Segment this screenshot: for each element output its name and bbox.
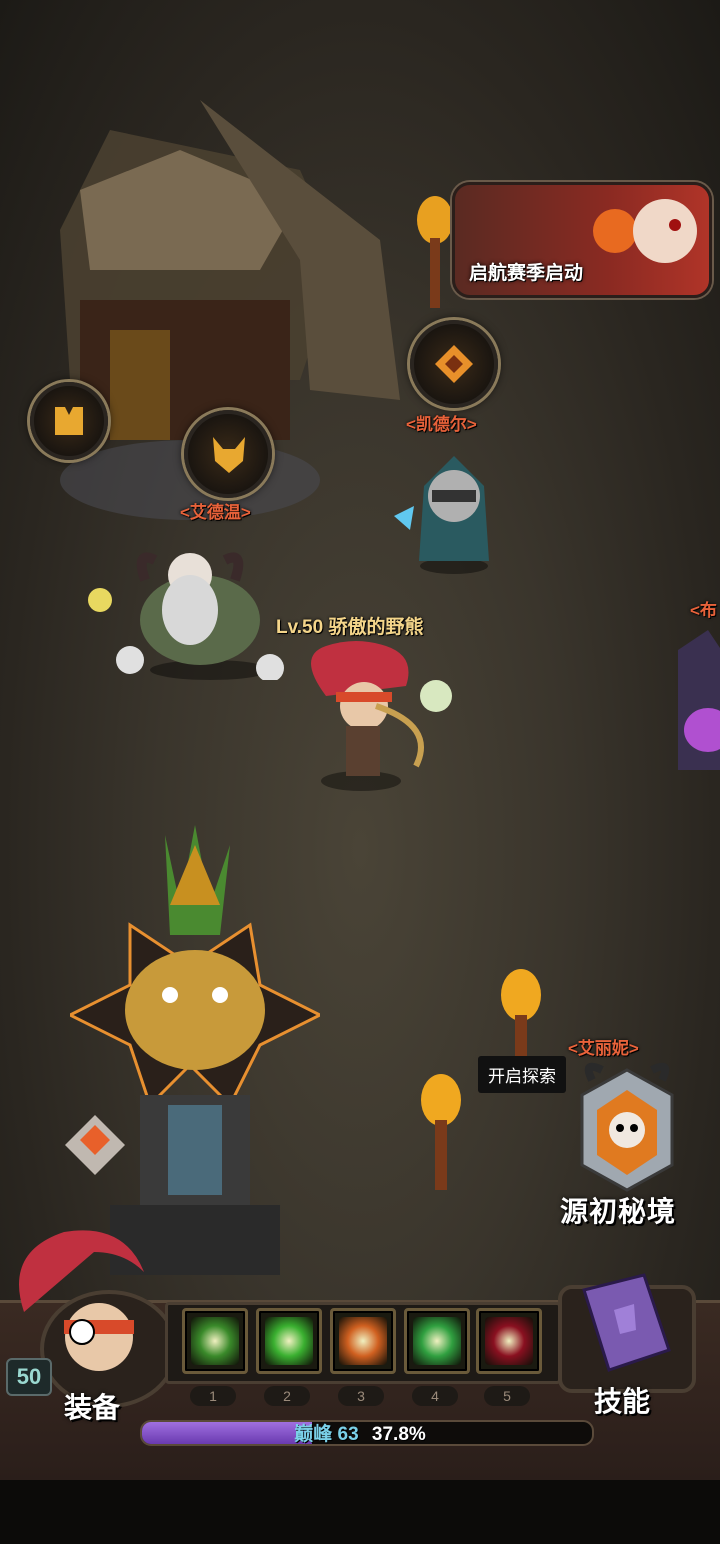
npc-aiyuni-name: <艾丽妮> bbox=[568, 1039, 639, 1058]
explore-tooltip: 开启探索 bbox=[478, 1056, 566, 1093]
armor-icon bbox=[55, 407, 83, 435]
skill-slot-number: 1 bbox=[190, 1386, 236, 1406]
player-name: Lv.50 骄傲的野熊 bbox=[276, 617, 424, 638]
player-level-badge: 50 bbox=[6, 1358, 52, 1396]
crystal-icon bbox=[435, 345, 473, 383]
ram-elder-npc[interactable] bbox=[60, 530, 290, 680]
npc-kaideer-button[interactable] bbox=[410, 320, 498, 408]
skill-slot-5[interactable] bbox=[476, 1308, 542, 1374]
slash-skill-icon bbox=[265, 1317, 313, 1365]
npc-aidewen-button[interactable] bbox=[184, 410, 272, 498]
npc-bu-name: <布 bbox=[690, 601, 717, 620]
arrow-skill-icon bbox=[191, 1317, 239, 1365]
vortex-skill-icon bbox=[339, 1317, 387, 1365]
raccoon-npc[interactable] bbox=[394, 446, 514, 576]
dark-wolf-npc[interactable] bbox=[668, 620, 720, 790]
skill-slot-number: 4 bbox=[412, 1386, 458, 1406]
season-event-banner[interactable]: 启航赛季启动 bbox=[452, 182, 712, 298]
xp-percent: 37.8% bbox=[371, 1424, 426, 1445]
player-character[interactable] bbox=[286, 636, 456, 796]
skill-slot-3[interactable] bbox=[330, 1308, 396, 1374]
xp-rank-label: 巅峰 bbox=[294, 1424, 333, 1445]
npc-kaideer-name: <凯德尔> bbox=[406, 415, 477, 434]
tornado-skill-icon bbox=[413, 1317, 461, 1365]
skill-slot-number: 3 bbox=[338, 1386, 384, 1406]
xp-text: 巅峰 63 37.8% bbox=[0, 1419, 720, 1446]
spellbook-icon bbox=[582, 1273, 671, 1372]
jackal-head-icon bbox=[213, 437, 245, 473]
skill-slot-4[interactable] bbox=[404, 1308, 470, 1374]
skill-slot-2[interactable] bbox=[256, 1308, 322, 1374]
npc-aidewen-name: <艾德温> bbox=[180, 503, 251, 522]
demon-skill-icon bbox=[485, 1317, 533, 1365]
skills-label: 技能 bbox=[594, 1386, 651, 1417]
footer-bar bbox=[0, 1480, 720, 1544]
dungeon-label: 源初秘境 bbox=[560, 1196, 677, 1227]
xp-rank-value: 63 bbox=[337, 1424, 359, 1445]
skill-slot-number: 2 bbox=[264, 1386, 310, 1406]
equipment-shop-button[interactable] bbox=[30, 382, 108, 460]
skull-portal-icon[interactable] bbox=[572, 1060, 682, 1200]
torch-graphic bbox=[421, 1074, 461, 1190]
season-event-label: 启航赛季启动 bbox=[469, 263, 584, 284]
game-scene[interactable]: 启航赛季启动 <凯德尔> <艾德温> <艾丽妮> <布 Lv.50 骄傲的野熊 bbox=[0, 0, 720, 1544]
skill-slot-1[interactable] bbox=[182, 1308, 248, 1374]
totem-monument[interactable] bbox=[70, 815, 320, 1275]
stone-crystal-icon[interactable] bbox=[50, 1110, 145, 1180]
skill-slot-number: 5 bbox=[484, 1386, 530, 1406]
